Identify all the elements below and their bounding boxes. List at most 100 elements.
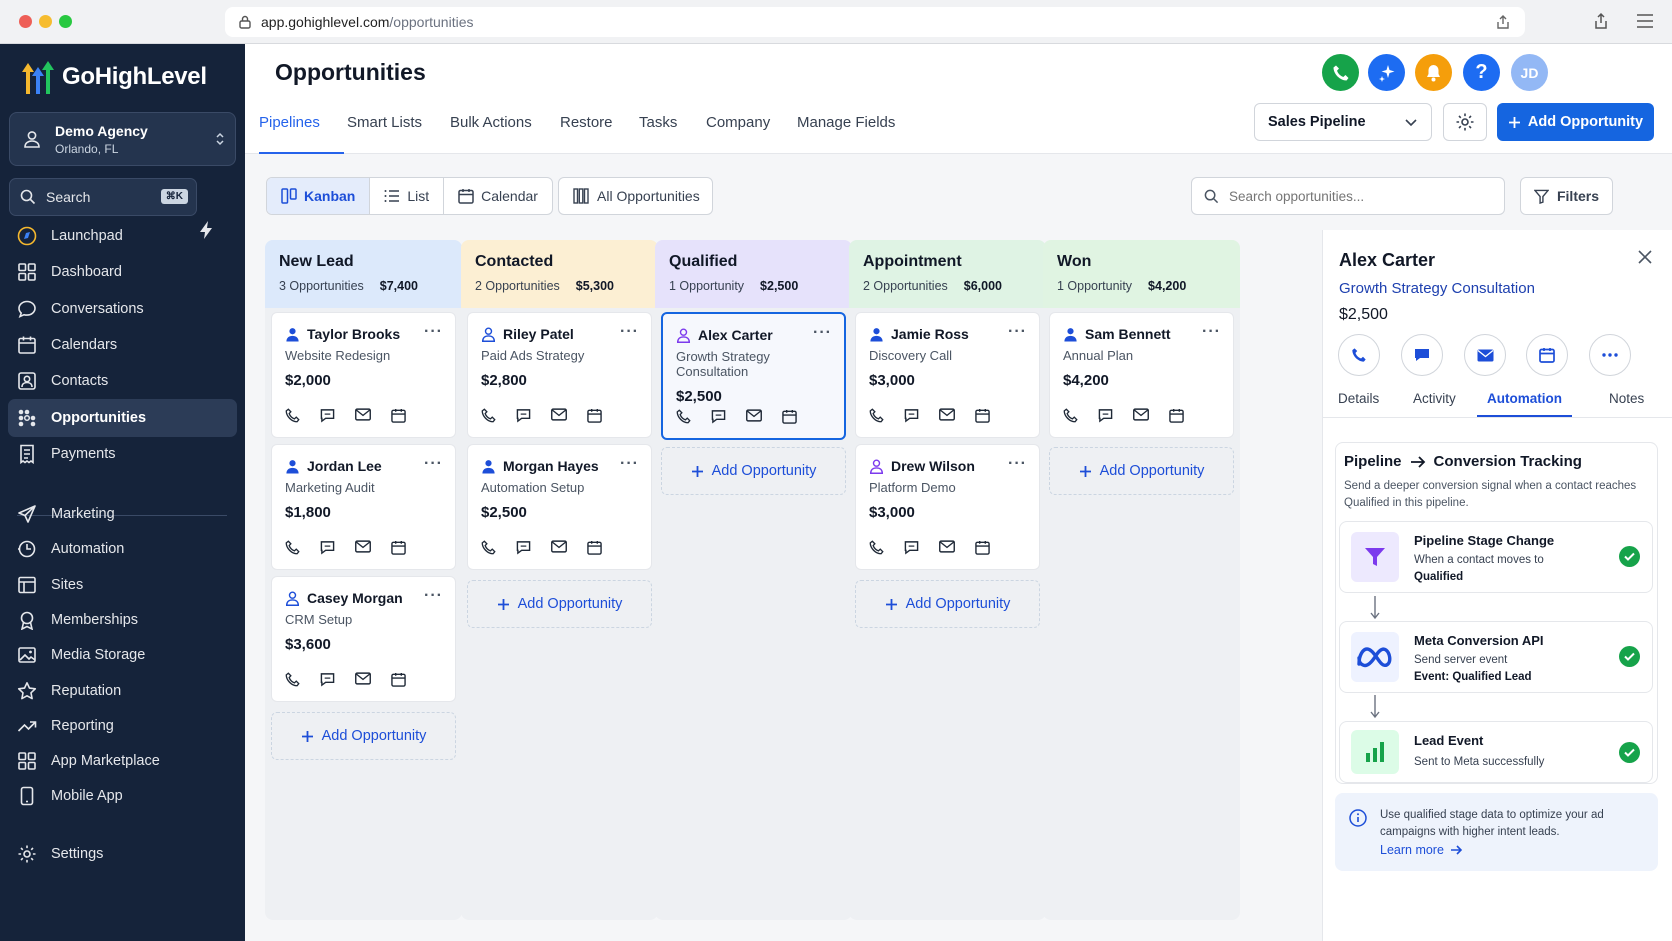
message-icon[interactable] xyxy=(516,408,531,423)
phone-icon[interactable] xyxy=(869,540,884,555)
message-icon[interactable] xyxy=(904,408,919,423)
close-icon[interactable] xyxy=(1638,250,1652,264)
sidebar-item-media-storage[interactable]: Media Storage xyxy=(8,636,237,674)
add-opportunity-card-button[interactable]: Add Opportunity xyxy=(855,580,1040,628)
agency-switcher[interactable]: Demo Agency Orlando, FL xyxy=(9,112,236,166)
opportunity-card[interactable]: Sam Bennett Annual Plan $4,200 ··· xyxy=(1049,312,1234,438)
flow-step-meta-api[interactable]: Meta Conversion API Send server event Eve… xyxy=(1339,621,1653,693)
opportunity-card[interactable]: Jordan Lee Marketing Audit $1,800 ··· xyxy=(271,444,456,570)
tab-tasks[interactable]: Tasks xyxy=(639,114,677,154)
opportunity-card[interactable]: Morgan Hayes Automation Setup $2,500 ··· xyxy=(467,444,652,570)
minimize-window-button[interactable] xyxy=(39,15,52,28)
view-list[interactable]: List xyxy=(370,178,445,214)
email-icon[interactable] xyxy=(1133,408,1149,421)
add-opportunity-button[interactable]: Add Opportunity xyxy=(1497,103,1654,141)
menu-icon[interactable] xyxy=(1636,14,1654,28)
opportunity-card[interactable]: Jamie Ross Discovery Call $3,000 ··· xyxy=(855,312,1040,438)
tab-restore[interactable]: Restore xyxy=(560,114,613,154)
phone-icon[interactable] xyxy=(869,408,884,423)
calendar-icon[interactable] xyxy=(975,540,990,555)
sidebar-item-opportunities[interactable]: Opportunities xyxy=(8,398,237,437)
phone-icon[interactable] xyxy=(285,672,300,687)
panel-more-button[interactable] xyxy=(1589,334,1631,376)
panel-tab-automation[interactable]: Automation xyxy=(1477,391,1572,417)
pipeline-select[interactable]: Sales Pipeline xyxy=(1254,103,1432,141)
sidebar-item-mobile-app[interactable]: Mobile App xyxy=(8,777,237,815)
email-icon[interactable] xyxy=(551,408,567,421)
calendar-icon[interactable] xyxy=(391,408,406,423)
opportunity-card[interactable]: Riley Patel Paid Ads Strategy $2,800 ··· xyxy=(467,312,652,438)
close-window-button[interactable] xyxy=(19,15,32,28)
email-icon[interactable] xyxy=(355,540,371,553)
opportunity-card[interactable]: Alex Carter Growth Strategy Consultation $… xyxy=(661,312,846,440)
add-opportunity-card-button[interactable]: Add Opportunity xyxy=(467,580,652,628)
sidebar-item-automation[interactable]: Automation xyxy=(8,530,237,568)
calendar-icon[interactable] xyxy=(391,540,406,555)
opportunity-card[interactable]: Casey Morgan CRM Setup $3,600 ··· xyxy=(271,576,456,702)
email-icon[interactable] xyxy=(746,409,762,422)
notifications-button[interactable] xyxy=(1415,54,1452,91)
phone-icon[interactable] xyxy=(676,409,691,424)
share-icon[interactable] xyxy=(1495,14,1511,30)
sidebar-item-dashboard[interactable]: Dashboard xyxy=(8,253,237,291)
sidebar-item-conversations[interactable]: Conversations xyxy=(8,290,237,328)
add-opportunity-card-button[interactable]: Add Opportunity xyxy=(271,712,456,760)
phone-icon[interactable] xyxy=(285,540,300,555)
panel-email-button[interactable] xyxy=(1464,334,1506,376)
view-kanban[interactable]: Kanban xyxy=(267,178,371,214)
add-opportunity-card-button[interactable]: Add Opportunity xyxy=(1049,447,1234,495)
opportunity-card[interactable]: Taylor Brooks Website Redesign $2,000 ··· xyxy=(271,312,456,438)
sidebar-item-contacts[interactable]: Contacts xyxy=(8,362,237,400)
message-icon[interactable] xyxy=(320,540,335,555)
sidebar-item-settings[interactable]: Settings xyxy=(8,835,237,873)
flow-step-trigger[interactable]: Pipeline Stage Change When a contact mov… xyxy=(1339,521,1653,593)
help-button[interactable]: ? xyxy=(1463,54,1500,91)
message-icon[interactable] xyxy=(904,540,919,555)
all-opportunities-button[interactable]: All Opportunities xyxy=(558,177,713,215)
add-opportunity-card-button[interactable]: Add Opportunity xyxy=(661,447,846,495)
more-icon[interactable]: ··· xyxy=(424,323,443,341)
more-icon[interactable]: ··· xyxy=(813,324,832,342)
logo[interactable]: GoHighLevel xyxy=(20,60,207,94)
share-page-icon[interactable] xyxy=(1593,12,1609,30)
more-icon[interactable]: ··· xyxy=(620,323,639,341)
email-icon[interactable] xyxy=(355,408,371,421)
phone-button[interactable] xyxy=(1322,54,1359,91)
more-icon[interactable]: ··· xyxy=(1202,323,1221,341)
search-input[interactable] xyxy=(1229,188,1489,204)
opportunity-card[interactable]: Drew Wilson Platform Demo $3,000 ··· xyxy=(855,444,1040,570)
tab-company[interactable]: Company xyxy=(706,114,770,154)
more-icon[interactable]: ··· xyxy=(1008,323,1027,341)
calendar-icon[interactable] xyxy=(1169,408,1184,423)
message-icon[interactable] xyxy=(711,409,726,424)
sidebar-item-app-marketplace[interactable]: App Marketplace xyxy=(8,742,237,780)
more-icon[interactable]: ··· xyxy=(424,587,443,605)
panel-call-button[interactable] xyxy=(1338,334,1380,376)
tab-smart-lists[interactable]: Smart Lists xyxy=(347,114,422,154)
message-icon[interactable] xyxy=(320,408,335,423)
filters-button[interactable]: Filters xyxy=(1520,177,1613,215)
calendar-icon[interactable] xyxy=(782,409,797,424)
email-icon[interactable] xyxy=(355,672,371,685)
email-icon[interactable] xyxy=(551,540,567,553)
learn-more-link[interactable]: Learn more xyxy=(1380,843,1463,857)
calendar-icon[interactable] xyxy=(587,408,602,423)
sidebar-search[interactable]: Search ⌘K xyxy=(9,178,197,216)
view-calendar[interactable]: Calendar xyxy=(444,178,552,214)
sidebar-item-calendars[interactable]: Calendars xyxy=(8,326,237,364)
calendar-icon[interactable] xyxy=(587,540,602,555)
calendar-icon[interactable] xyxy=(391,672,406,687)
email-icon[interactable] xyxy=(939,540,955,553)
more-icon[interactable]: ··· xyxy=(620,455,639,473)
sidebar-item-reporting[interactable]: Reporting xyxy=(8,707,237,745)
sidebar-item-reputation[interactable]: Reputation xyxy=(8,672,237,710)
sidebar-item-sites[interactable]: Sites xyxy=(8,566,237,604)
message-icon[interactable] xyxy=(1098,408,1113,423)
tab-pipelines[interactable]: Pipelines xyxy=(259,114,344,154)
phone-icon[interactable] xyxy=(481,408,496,423)
avatar[interactable]: JD xyxy=(1511,54,1548,91)
calendar-icon[interactable] xyxy=(975,408,990,423)
tab-manage-fields[interactable]: Manage Fields xyxy=(797,114,895,154)
sidebar-item-marketing[interactable]: Marketing xyxy=(8,495,237,533)
panel-tab-details[interactable]: Details xyxy=(1338,391,1379,417)
